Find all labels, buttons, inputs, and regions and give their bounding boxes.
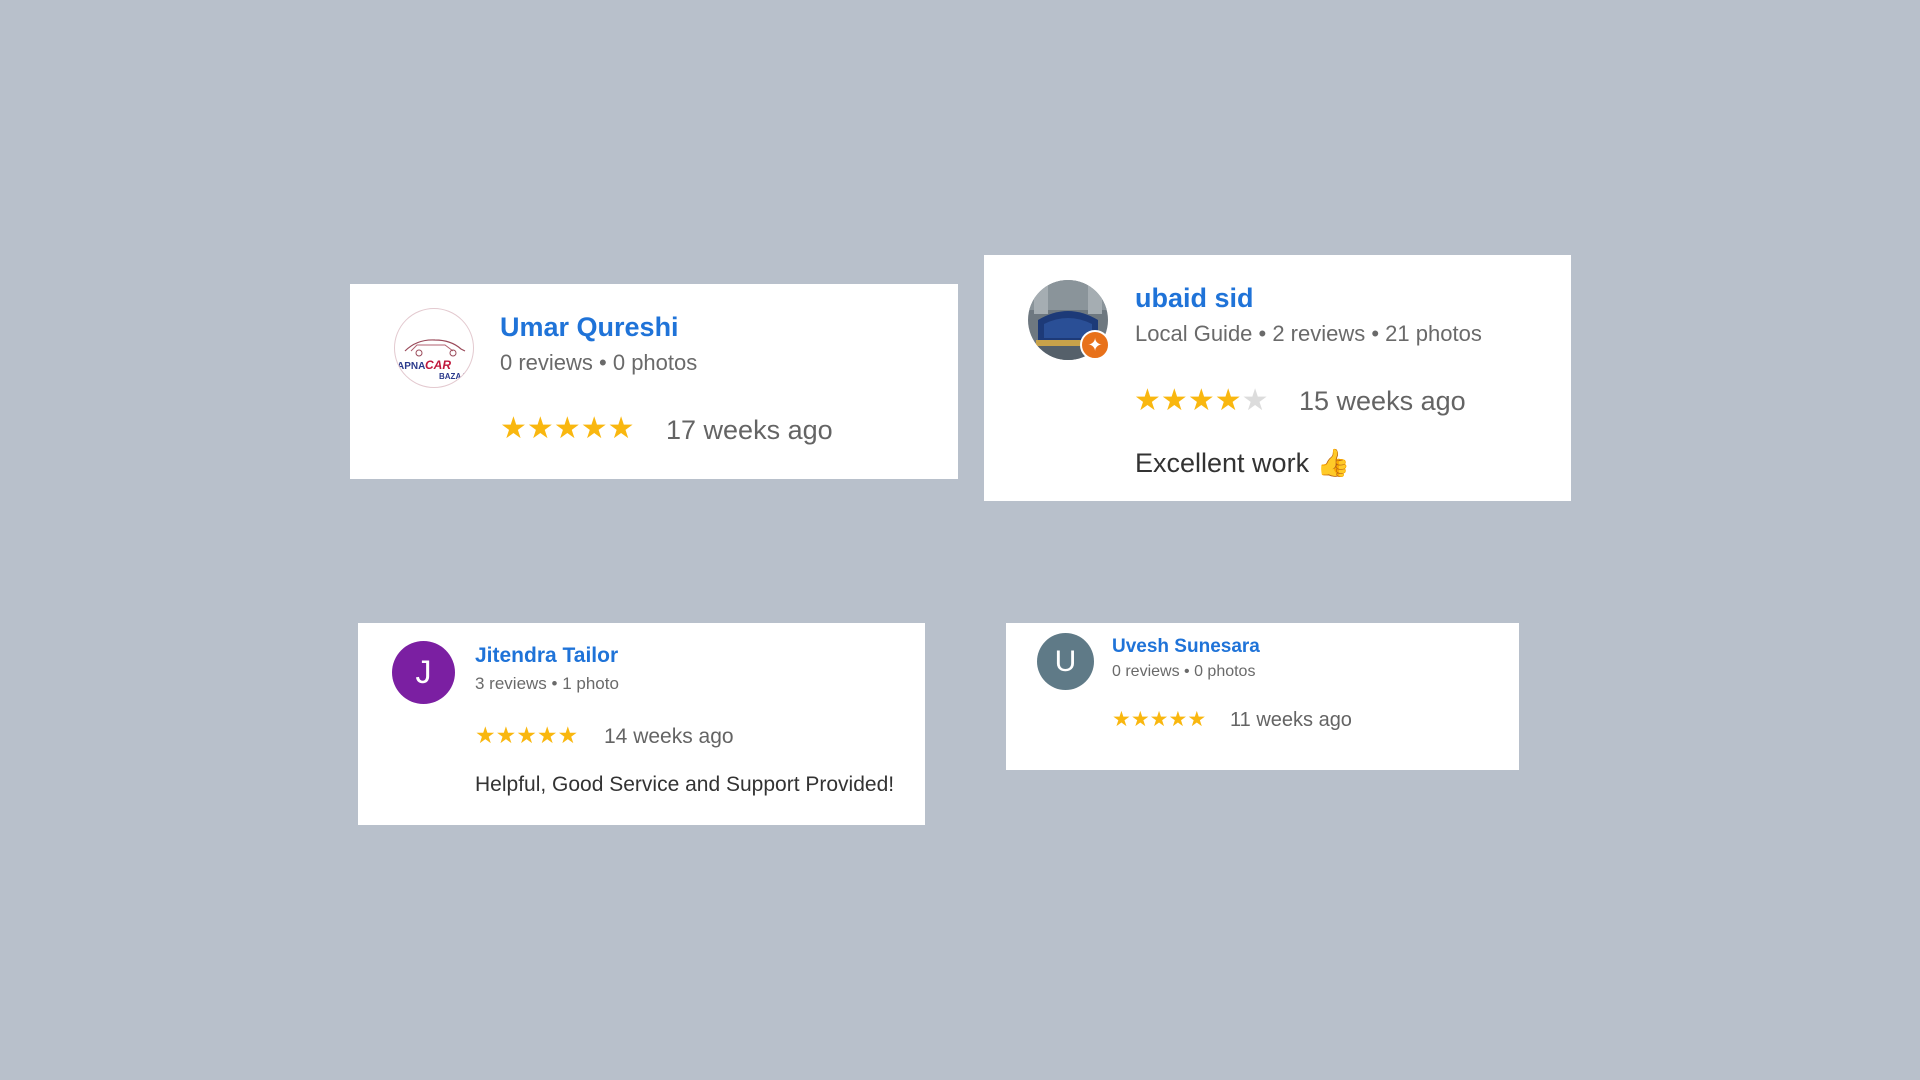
reviewer-meta: Local Guide • 2 reviews • 21 photos	[1135, 321, 1482, 346]
star-icon: ★	[607, 412, 635, 445]
reviewer-meta: 3 reviews • 1 photo	[475, 674, 619, 693]
star-icon: ★	[1214, 384, 1242, 417]
star-icon: ★	[1112, 708, 1131, 731]
star-icon: ★	[1187, 708, 1207, 731]
star-icon: ★	[1134, 384, 1161, 417]
star-rating: ★ ★ ★ ★ ★	[500, 414, 635, 444]
reviewer-name[interactable]: Umar Qureshi	[500, 312, 679, 343]
star-icon: ★	[557, 722, 579, 748]
star-icon: ★	[516, 722, 537, 748]
svg-text:CAR: CAR	[425, 358, 451, 372]
star-rating: ★ ★ ★ ★ ★	[1134, 386, 1269, 416]
avatar[interactable]: J	[392, 641, 455, 704]
car-logo-icon: APNA CAR BAZAAR	[397, 339, 473, 381]
star-icon: ★	[536, 722, 558, 748]
avatar-letter: J	[415, 654, 432, 690]
svg-text:APNA: APNA	[397, 361, 425, 372]
star-rating: ★ ★ ★ ★ ★	[1112, 709, 1206, 730]
review-card: U Uvesh Sunesara 0 reviews • 0 photos ★ …	[1006, 623, 1519, 770]
star-icon: ★	[1168, 708, 1188, 731]
reviewer-meta: 0 reviews • 0 photos	[500, 350, 698, 375]
star-empty-icon: ★	[1241, 384, 1269, 417]
svg-text:BAZAAR: BAZAAR	[439, 372, 473, 381]
star-icon: ★	[1130, 708, 1150, 731]
star-icon: ★	[495, 722, 517, 748]
star-icon: ★	[1187, 384, 1215, 417]
star-icon: ★	[500, 412, 527, 445]
star-icon: ★	[526, 412, 554, 445]
star-icon: ★	[580, 412, 608, 445]
avatar-letter: U	[1054, 644, 1077, 678]
reviewer-meta: 0 reviews • 0 photos	[1112, 663, 1256, 680]
review-text: Helpful, Good Service and Support Provid…	[475, 773, 895, 796]
reviewer-name[interactable]: Jitendra Tailor	[475, 644, 618, 668]
review-card: J Jitendra Tailor 3 reviews • 1 photo ★ …	[358, 623, 925, 825]
reviewer-name[interactable]: Uvesh Sunesara	[1112, 636, 1260, 658]
review-text: Excellent work 👍	[1135, 448, 1351, 478]
review-card: ✦ ubaid sid Local Guide • 2 reviews • 21…	[984, 255, 1571, 501]
star-icon: ★	[1149, 708, 1169, 731]
local-guide-badge-icon: ✦	[1080, 330, 1110, 360]
avatar[interactable]: APNA CAR BAZAAR	[394, 308, 474, 388]
star-icon: ★	[475, 722, 496, 748]
review-time: 14 weeks ago	[604, 725, 734, 748]
star-icon: ★	[553, 412, 581, 445]
review-time: 17 weeks ago	[666, 415, 833, 445]
avatar[interactable]: ✦	[1028, 280, 1110, 360]
review-time: 11 weeks ago	[1230, 709, 1352, 731]
review-card: APNA CAR BAZAAR Umar Qureshi 0 reviews •…	[350, 284, 958, 479]
review-time: 15 weeks ago	[1299, 386, 1466, 416]
avatar[interactable]: U	[1037, 633, 1094, 690]
reviewer-name[interactable]: ubaid sid	[1135, 283, 1254, 314]
star-rating: ★ ★ ★ ★ ★	[475, 724, 578, 747]
star-icon: ★	[1160, 384, 1188, 417]
